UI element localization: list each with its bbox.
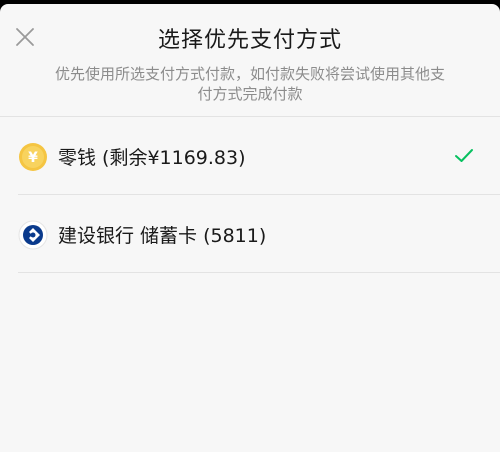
payment-option-label: 建设银行 储蓄卡 (5811): [58, 225, 267, 247]
payment-option-label: 零钱 (剩余¥1169.83): [58, 147, 246, 169]
sheet-title: 选择优先支付方式: [157, 28, 342, 53]
ccb-bank-logo-icon: [18, 220, 48, 250]
sheet-header: 选择优先支付方式 优先使用所选支付方式付款，如付款失败将尝试使用其他支付方式完成…: [0, 4, 500, 114]
wallet-coin-icon: ¥: [18, 142, 48, 172]
payment-method-sheet: 选择优先支付方式 优先使用所选支付方式付款，如付款失败将尝试使用其他支付方式完成…: [0, 4, 500, 452]
payment-option-change[interactable]: ¥ 零钱 (剩余¥1169.83): [0, 118, 500, 196]
option-divider: [18, 194, 500, 195]
checkmark-icon: [454, 146, 474, 166]
sheet-subtitle: 优先使用所选支付方式付款，如付款失败将尝试使用其他支付方式完成付款: [54, 65, 445, 103]
option-divider: [18, 272, 500, 273]
coin-glyph: ¥: [28, 150, 38, 166]
payment-option-ccb-card[interactable]: 建设银行 储蓄卡 (5811): [0, 196, 500, 274]
header-divider: [0, 116, 500, 117]
